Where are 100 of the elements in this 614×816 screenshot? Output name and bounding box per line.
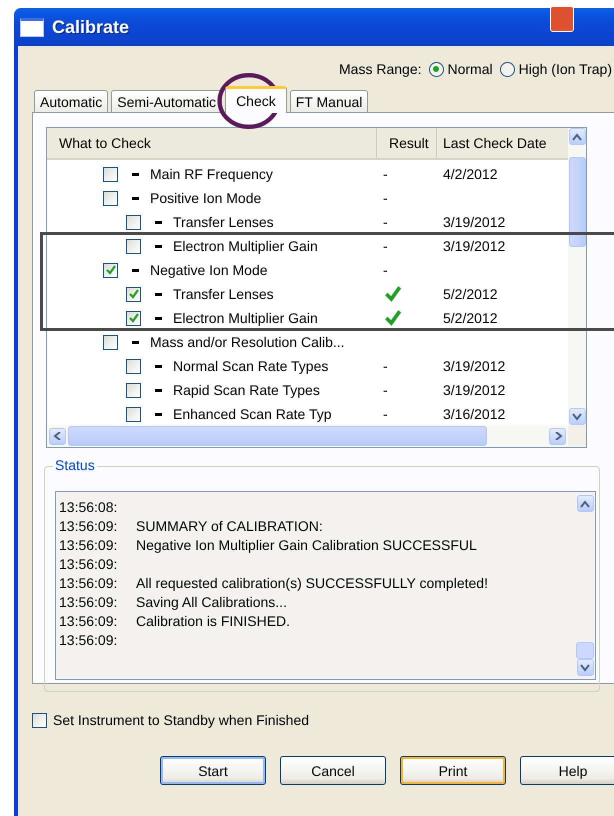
scroll-arrow-button[interactable] xyxy=(568,408,586,425)
tree-dash-icon xyxy=(132,172,139,176)
result-text: - xyxy=(383,358,388,374)
window-title: Calibrate xyxy=(52,16,130,38)
close-button[interactable] xyxy=(550,6,574,32)
item-label[interactable]: Normal Scan Rate Types xyxy=(173,358,328,374)
checkbox[interactable] xyxy=(126,238,141,254)
log-time: 13:56:09: xyxy=(59,612,118,628)
log-message: Calibration is FINISHED. xyxy=(136,612,290,628)
tree-dash-icon xyxy=(155,220,162,224)
scroll-thumb[interactable] xyxy=(568,157,586,247)
column-header[interactable]: Result xyxy=(377,128,437,158)
tree-dash-icon xyxy=(155,364,162,368)
radio-button[interactable] xyxy=(428,62,444,76)
item-label[interactable]: Enhanced Scan Rate Typ xyxy=(173,406,332,422)
tree-dash-icon xyxy=(155,388,162,392)
check-date: 5/2/2012 xyxy=(443,286,498,302)
chevron-icon xyxy=(580,664,590,672)
tree-dash-icon xyxy=(155,292,162,296)
item-label[interactable]: Electron Multiplier Gain xyxy=(173,310,318,326)
item-label[interactable]: Rapid Scan Rate Types xyxy=(173,382,320,398)
result-text: - xyxy=(383,214,388,230)
tree-dash-icon xyxy=(132,268,139,272)
chevron-icon xyxy=(572,412,582,420)
result-text: - xyxy=(383,262,388,278)
check-date: 3/19/2012 xyxy=(443,238,506,254)
checkbox[interactable] xyxy=(103,334,118,350)
scroll-thumb[interactable] xyxy=(68,426,487,446)
scroll-thumb[interactable] xyxy=(576,642,594,659)
dialog-button[interactable]: Help xyxy=(520,756,614,785)
scroll-arrow-button[interactable] xyxy=(576,659,594,676)
tab[interactable]: Automatic xyxy=(34,90,108,112)
result-text: - xyxy=(383,382,388,398)
result-text: - xyxy=(383,166,388,182)
item-label[interactable]: Negative Ion Mode xyxy=(150,262,268,278)
tree-dash-icon xyxy=(155,316,162,320)
check-date: 3/19/2012 xyxy=(443,214,506,230)
horizontal-scrollbar[interactable] xyxy=(47,425,568,447)
checkbox[interactable] xyxy=(126,214,141,230)
dialog-button[interactable]: Cancel xyxy=(280,756,386,785)
check-date: 3/19/2012 xyxy=(443,358,506,374)
check-mark-icon xyxy=(128,288,140,300)
scrollbar-corner xyxy=(568,425,586,447)
tree-dash-icon xyxy=(132,340,139,344)
window-icon xyxy=(20,18,44,36)
result-text: - xyxy=(383,406,388,422)
log-time: 13:56:09: xyxy=(59,632,118,648)
check-date: 4/2/2012 xyxy=(443,166,498,182)
check-date: 5/2/2012 xyxy=(443,310,498,326)
column-header[interactable]: Last Check Date xyxy=(437,128,568,158)
item-label[interactable]: Main RF Frequency xyxy=(150,166,273,182)
tab[interactable]: Check xyxy=(225,86,287,113)
checkbox[interactable] xyxy=(32,712,47,728)
item-label[interactable]: Electron Multiplier Gain xyxy=(173,238,318,254)
log-message: Negative Ion Multiplier Gain Calibration SUCCESSFUL xyxy=(136,536,477,552)
check-mark-icon xyxy=(383,308,403,328)
item-label[interactable]: Transfer Lenses xyxy=(173,214,274,230)
tab[interactable]: FT Manual xyxy=(290,90,368,112)
checkbox[interactable] xyxy=(103,190,118,206)
scroll-arrow-button[interactable] xyxy=(549,428,566,444)
checkbox[interactable] xyxy=(103,262,118,278)
item-label[interactable]: Transfer Lenses xyxy=(173,286,274,302)
dialog-button[interactable]: Print xyxy=(400,756,506,785)
log-time: 13:56:09: xyxy=(59,594,118,610)
check-mark-icon xyxy=(383,284,403,304)
checkbox[interactable] xyxy=(126,382,141,398)
log-time: 13:56:09: xyxy=(59,574,118,590)
vertical-scrollbar[interactable] xyxy=(575,492,595,679)
scroll-arrow-button[interactable] xyxy=(576,495,594,512)
chevron-icon xyxy=(580,500,590,508)
log-message: All requested calibration(s) SUCCESSFULLY completed! xyxy=(136,574,488,590)
scroll-arrow-button[interactable] xyxy=(568,128,586,145)
checkbox[interactable] xyxy=(126,310,141,326)
log-time: 13:56:08: xyxy=(59,498,118,514)
checkbox-label[interactable]: Set Instrument to Standby when Finished xyxy=(53,712,310,728)
dialog-button[interactable]: Start xyxy=(160,756,266,785)
radio-label[interactable]: Normal xyxy=(448,61,493,77)
result-text: - xyxy=(383,190,388,206)
checkbox[interactable] xyxy=(126,358,141,374)
checkbox[interactable] xyxy=(126,286,141,302)
check-mark-icon xyxy=(104,264,116,276)
chevron-icon xyxy=(552,432,562,440)
checkbox[interactable] xyxy=(103,166,118,182)
tree-dash-icon xyxy=(155,412,162,416)
chevron-icon xyxy=(572,132,582,140)
log-message: Saving All Calibrations... xyxy=(136,594,287,610)
vertical-scrollbar[interactable] xyxy=(568,128,586,425)
log-time: 13:56:09: xyxy=(59,518,118,534)
item-label[interactable]: Mass and/or Resolution Calib... xyxy=(150,334,345,350)
checkbox[interactable] xyxy=(126,406,141,422)
tree-dash-icon xyxy=(132,196,139,200)
scroll-arrow-button[interactable] xyxy=(49,428,66,444)
column-header[interactable]: What to Check xyxy=(47,128,377,158)
radio-label[interactable]: High (Ion Trap) xyxy=(518,61,612,77)
tab[interactable]: Semi-Automatic xyxy=(111,90,222,112)
check-mark-icon xyxy=(128,312,140,324)
item-label[interactable]: Positive Ion Mode xyxy=(150,190,262,206)
log-time: 13:56:09: xyxy=(59,536,118,552)
result-text: - xyxy=(383,238,388,254)
radio-button[interactable] xyxy=(500,62,515,76)
